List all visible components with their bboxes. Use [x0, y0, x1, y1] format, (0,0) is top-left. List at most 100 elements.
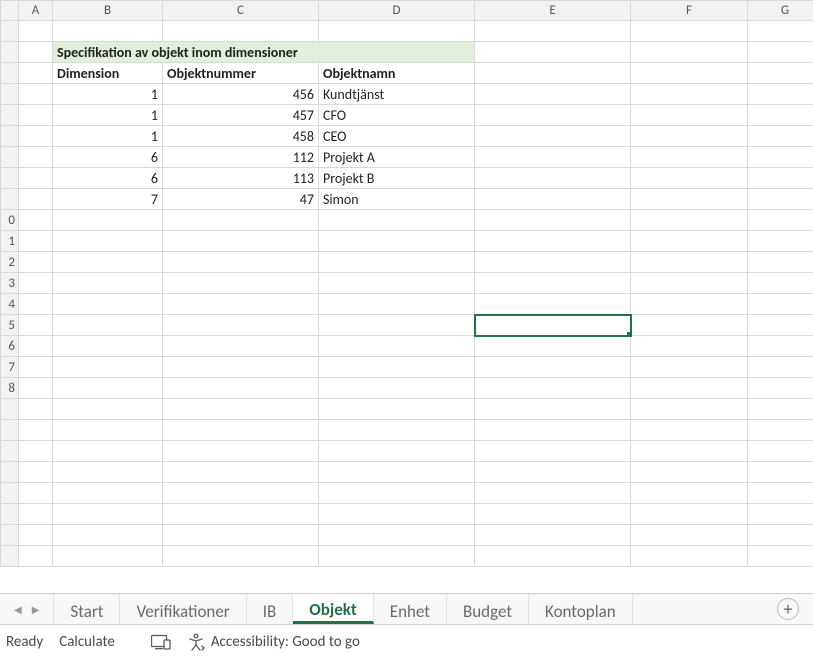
cell[interactable] [631, 525, 748, 546]
column-header-row[interactable]: A B C D E F G [1, 1, 813, 21]
cell[interactable] [53, 483, 163, 504]
cell[interactable] [19, 63, 53, 84]
cell-objektnummer[interactable]: 112 [163, 147, 319, 168]
cell[interactable] [748, 399, 813, 420]
cell[interactable] [19, 231, 53, 252]
col-header-C[interactable]: C [163, 1, 319, 21]
cell[interactable] [163, 378, 319, 399]
row-header[interactable] [1, 147, 19, 168]
row-header[interactable] [1, 546, 19, 567]
cell[interactable] [631, 210, 748, 231]
row-header[interactable]: 6 [1, 336, 19, 357]
cell-objektnummer[interactable]: 457 [163, 105, 319, 126]
cell[interactable] [19, 420, 53, 441]
cell-objektnummer[interactable]: 456 [163, 84, 319, 105]
cell[interactable] [319, 441, 475, 462]
cell-dimension[interactable]: 1 [53, 105, 163, 126]
cell[interactable] [19, 483, 53, 504]
cell[interactable] [748, 168, 813, 189]
cell[interactable] [631, 63, 748, 84]
cell[interactable] [53, 21, 163, 42]
cell[interactable] [163, 315, 319, 336]
tab-nav-next-icon[interactable]: ▶ [32, 603, 40, 616]
col-header-dimension[interactable]: Dimension [53, 63, 163, 84]
row-header[interactable]: 2 [1, 252, 19, 273]
sheet-tab-budget[interactable]: Budget [447, 594, 529, 624]
sheet-tab-ib[interactable]: IB [247, 594, 294, 624]
select-all-corner[interactable] [1, 1, 19, 21]
cell[interactable] [748, 294, 813, 315]
row-header[interactable] [1, 420, 19, 441]
cell[interactable] [163, 399, 319, 420]
row-header[interactable]: 1 [1, 231, 19, 252]
cell[interactable] [748, 63, 813, 84]
cell[interactable] [163, 210, 319, 231]
cell[interactable] [631, 336, 748, 357]
cell[interactable] [53, 294, 163, 315]
cell[interactable] [475, 546, 631, 567]
cell[interactable] [319, 21, 475, 42]
cell[interactable] [748, 420, 813, 441]
cell[interactable] [748, 42, 813, 63]
cell[interactable] [748, 147, 813, 168]
row-header[interactable]: 3 [1, 273, 19, 294]
cell[interactable] [631, 504, 748, 525]
cell[interactable] [19, 378, 53, 399]
cell[interactable] [53, 273, 163, 294]
cell[interactable] [53, 231, 163, 252]
sheet-tab-kontoplan[interactable]: Kontoplan [529, 594, 633, 624]
cell[interactable] [475, 336, 631, 357]
row-header[interactable] [1, 504, 19, 525]
row-header[interactable]: 5 [1, 315, 19, 336]
row-header[interactable]: 0 [1, 210, 19, 231]
cell[interactable] [748, 21, 813, 42]
cell[interactable] [319, 378, 475, 399]
cell[interactable] [631, 105, 748, 126]
cell[interactable] [475, 399, 631, 420]
sheet-tab-verifikationer[interactable]: Verifikationer [120, 594, 246, 624]
cell[interactable] [53, 441, 163, 462]
cell[interactable] [319, 315, 475, 336]
new-sheet-button[interactable]: + [777, 598, 799, 620]
cell[interactable] [631, 399, 748, 420]
cell[interactable] [319, 504, 475, 525]
cell[interactable] [748, 378, 813, 399]
cell[interactable] [748, 189, 813, 210]
cell[interactable] [748, 336, 813, 357]
cell[interactable] [163, 462, 319, 483]
cell[interactable] [163, 546, 319, 567]
cell-objektnummer[interactable]: 458 [163, 126, 319, 147]
accessibility-icon[interactable] [187, 633, 205, 651]
cell-objektnamn[interactable]: Kundtjänst [319, 84, 475, 105]
row-header[interactable] [1, 483, 19, 504]
cell[interactable] [53, 210, 163, 231]
cell[interactable] [475, 483, 631, 504]
cell[interactable] [475, 126, 631, 147]
col-header-D[interactable]: D [319, 1, 475, 21]
cell[interactable] [748, 273, 813, 294]
cell[interactable] [475, 42, 631, 63]
cell[interactable] [19, 105, 53, 126]
cell[interactable] [748, 231, 813, 252]
cell[interactable] [163, 252, 319, 273]
cell[interactable] [19, 210, 53, 231]
cell[interactable] [163, 21, 319, 42]
row-header[interactable] [1, 105, 19, 126]
cell[interactable] [19, 357, 53, 378]
cell[interactable] [19, 147, 53, 168]
cell[interactable] [748, 546, 813, 567]
row-header[interactable]: 7 [1, 357, 19, 378]
cell[interactable] [475, 420, 631, 441]
cell[interactable] [475, 63, 631, 84]
cell[interactable] [631, 315, 748, 336]
row-header[interactable]: 8 [1, 378, 19, 399]
cell-dimension[interactable]: 7 [53, 189, 163, 210]
row-header[interactable] [1, 399, 19, 420]
row-header[interactable] [1, 21, 19, 42]
cell[interactable] [475, 168, 631, 189]
cell[interactable] [19, 252, 53, 273]
cell[interactable] [475, 210, 631, 231]
cell[interactable] [163, 294, 319, 315]
col-header-objektnamn[interactable]: Objektnamn [319, 63, 475, 84]
col-header-B[interactable]: B [53, 1, 163, 21]
